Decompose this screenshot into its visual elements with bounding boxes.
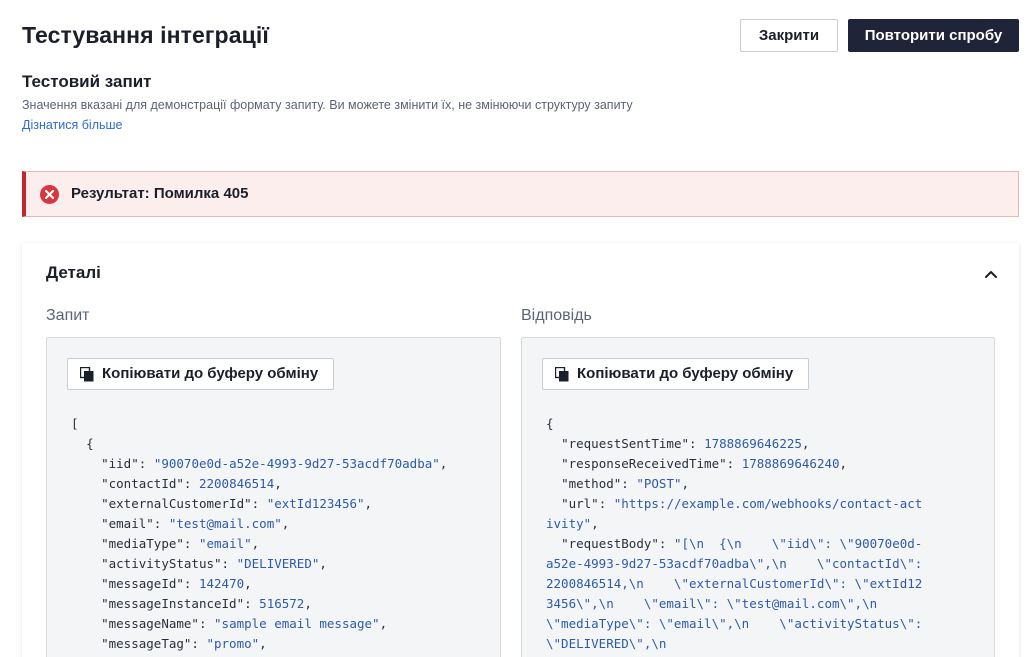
code-line: "mediaType": "email",	[101, 536, 260, 551]
test-request-title: Тестовий запит	[22, 72, 152, 91]
code-line: "responseReceivedTime": 1788869646240,	[561, 456, 848, 471]
details-title: Деталі	[46, 263, 101, 282]
code-line: "contactId": 2200846514,	[101, 476, 282, 491]
copy-icon	[555, 367, 569, 382]
copy-request-label: Копіювати до буферу обміну	[102, 365, 319, 382]
result-alert: Результат: Помилка 405	[22, 171, 1019, 217]
code-line: {	[546, 416, 554, 431]
test-request-description: Значення вказані для демонстрації формат…	[22, 98, 633, 112]
result-text: Результат: Помилка 405	[71, 185, 249, 202]
retry-button[interactable]: Повторити спробу	[848, 19, 1019, 52]
code-line: "iid": "90070e0d-a52e-4993-9d27-53acdf70…	[101, 456, 448, 471]
copy-response-label: Копіювати до буферу обміну	[577, 365, 794, 382]
code-line: "requestBody": "[\n {\n \"iid\": \"90070…	[546, 536, 930, 651]
learn-more-link[interactable]: Дізнатися більше	[22, 118, 122, 132]
response-code: { "requestSentTime": 1788869646225, "res…	[546, 414, 926, 654]
details-card: Деталі Запит Копіювати до буферу обміну …	[22, 243, 1019, 657]
request-panel: Копіювати до буферу обміну [ { "iid": "9…	[46, 337, 501, 657]
copy-response-button[interactable]: Копіювати до буферу обміну	[542, 358, 810, 390]
code-line: [	[71, 416, 79, 431]
copy-request-button[interactable]: Копіювати до буферу обміну	[67, 358, 335, 390]
chevron-up-icon[interactable]	[984, 269, 998, 279]
code-line: "url": "https://example.com/webhooks/con…	[546, 496, 923, 531]
code-line: "externalCustomerId": "extId123456",	[101, 496, 373, 511]
close-button[interactable]: Закрити	[740, 19, 838, 52]
error-circle-icon	[40, 185, 59, 204]
code-line: "email": "test@mail.com",	[101, 516, 290, 531]
code-line: "messageTag": "promo",	[101, 636, 267, 651]
code-line: {	[71, 436, 94, 451]
page-title: Тестування інтеграції	[22, 22, 269, 48]
code-line: "requestSentTime": 1788869646225,	[561, 436, 810, 451]
code-line: "messageName": "sample email message",	[101, 616, 388, 631]
code-line: "messageInstanceId": 516572,	[101, 596, 312, 611]
code-line: "messageId": 142470,	[101, 576, 252, 591]
request-label: Запит	[46, 307, 90, 324]
response-panel: Копіювати до буферу обміну { "requestSen…	[521, 337, 995, 657]
request-code: [ { "iid": "90070e0d-a52e-4993-9d27-53ac…	[71, 414, 486, 654]
code-line: "method": "POST",	[561, 476, 690, 491]
copy-icon	[80, 367, 94, 382]
response-label: Відповідь	[521, 307, 592, 324]
code-line: "activityStatus": "DELIVERED",	[101, 556, 327, 571]
